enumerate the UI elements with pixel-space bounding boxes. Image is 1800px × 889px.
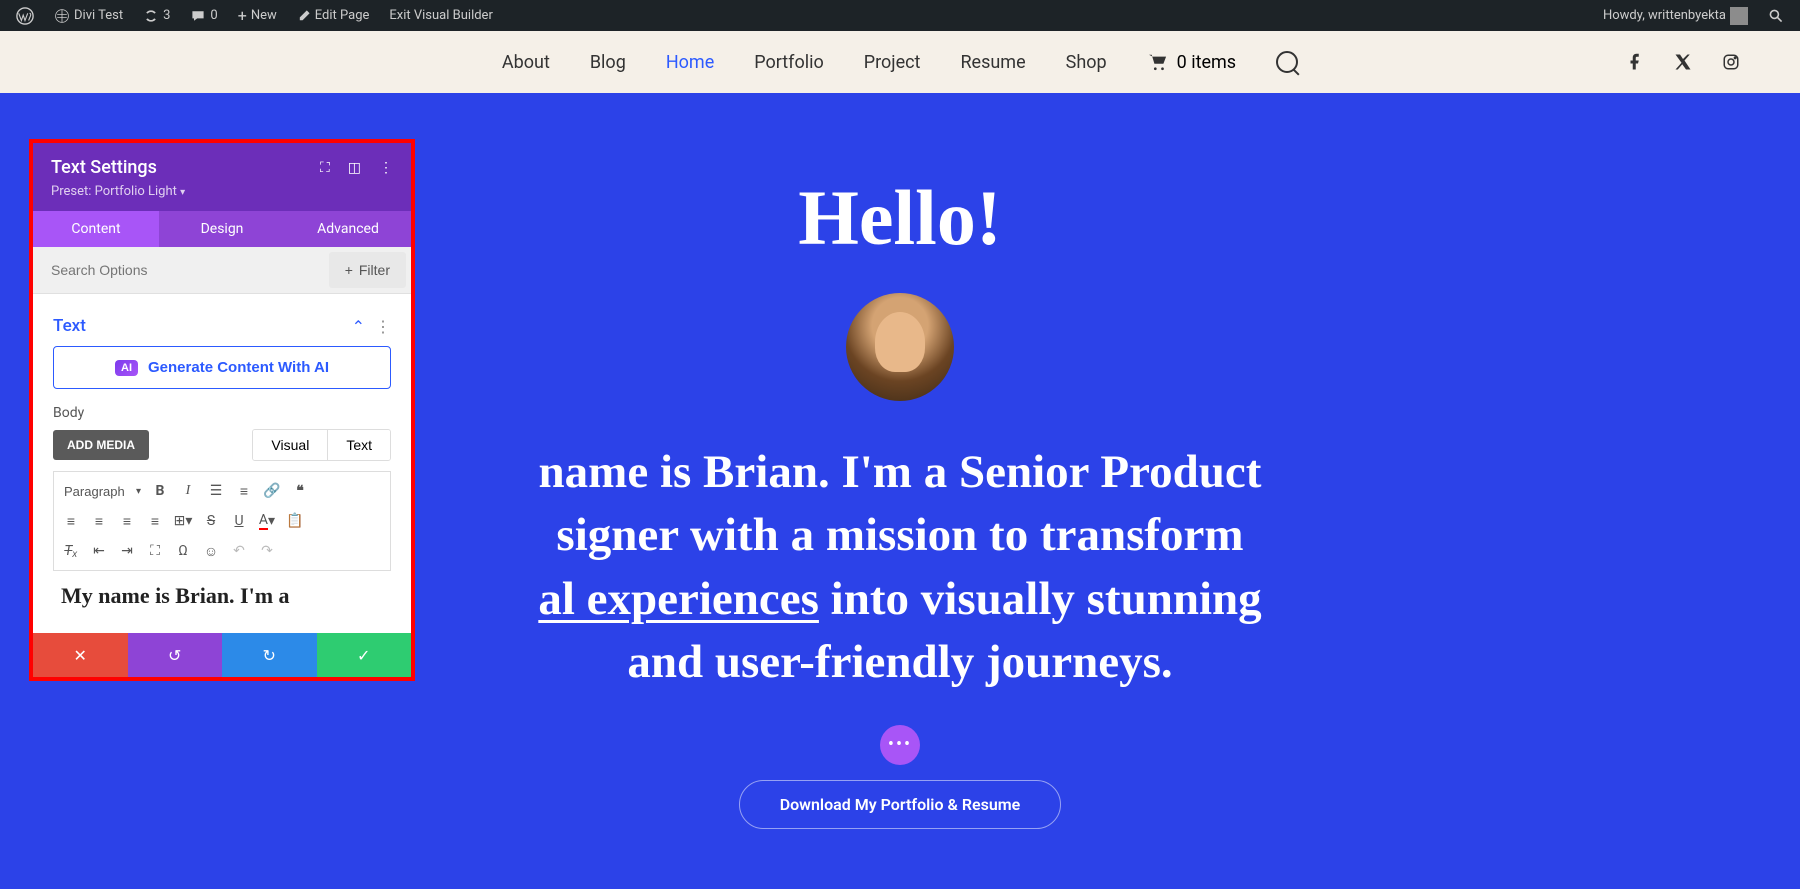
nav-blog[interactable]: Blog — [590, 52, 626, 73]
omega-icon[interactable]: Ω — [170, 538, 196, 564]
comments-link[interactable]: 0 — [184, 8, 223, 24]
save-button[interactable]: ✓ — [317, 633, 412, 677]
main-nav: About Blog Home Portfolio Project Resume… — [502, 51, 1298, 73]
site-name-text: Divi Test — [74, 8, 123, 23]
underline-icon[interactable]: U — [226, 508, 252, 534]
admin-bar-left: Divi Test 3 0 + New Edit Page Exit Visua… — [10, 6, 499, 25]
add-media-button[interactable]: ADD MEDIA — [53, 430, 149, 460]
ul-icon[interactable]: ☰ — [203, 478, 229, 504]
hero-headline: name is Brian. I'm a Senior Product sign… — [350, 441, 1450, 695]
editor-mode-tabs: Visual Text — [252, 429, 391, 461]
undo-icon[interactable]: ↶ — [226, 538, 252, 564]
panel-header: Text Settings ⛶ ◫ ⋮ Preset: Portfolio Li… — [33, 143, 411, 211]
download-button[interactable]: Download My Portfolio & Resume — [739, 780, 1062, 829]
text-color-icon[interactable]: A▾ — [254, 508, 280, 534]
align-center-icon[interactable]: ≡ — [86, 508, 112, 534]
nav-shop[interactable]: Shop — [1066, 52, 1107, 73]
exit-builder-text: Exit Visual Builder — [389, 8, 492, 23]
emoji-icon[interactable]: ☺ — [198, 538, 224, 564]
fullscreen-icon[interactable]: ⛶ — [142, 538, 168, 564]
strikethrough-icon[interactable]: S — [198, 508, 224, 534]
updates-link[interactable]: 3 — [137, 8, 176, 24]
editor-body[interactable]: My name is Brian. I'm a — [53, 571, 391, 621]
wp-admin-bar: Divi Test 3 0 + New Edit Page Exit Visua… — [0, 0, 1800, 31]
indent-icon[interactable]: ⇥ — [114, 538, 140, 564]
nav-resume[interactable]: Resume — [960, 52, 1025, 73]
visual-tab[interactable]: Visual — [253, 430, 328, 460]
search-input[interactable] — [33, 247, 324, 293]
align-justify-icon[interactable]: ≡ — [142, 508, 168, 534]
align-right-icon[interactable]: ≡ — [114, 508, 140, 534]
text-settings-panel: Text Settings ⛶ ◫ ⋮ Preset: Portfolio Li… — [29, 139, 415, 681]
redo-button[interactable]: ↻ — [222, 633, 317, 677]
exit-builder-link[interactable]: Exit Visual Builder — [383, 8, 498, 23]
table-icon[interactable]: ⊞▾ — [170, 508, 196, 534]
search-row: +Filter — [33, 247, 411, 294]
nav-portfolio[interactable]: Portfolio — [754, 52, 823, 73]
site-header: About Blog Home Portfolio Project Resume… — [0, 31, 1800, 93]
howdy-text: Howdy, writtenbyekta — [1603, 8, 1726, 23]
module-options-button[interactable]: ••• — [880, 725, 920, 765]
nav-project[interactable]: Project — [864, 52, 921, 73]
panel-footer: ✕ ↺ ↻ ✓ — [33, 633, 411, 677]
redo-icon[interactable]: ↷ — [254, 538, 280, 564]
user-avatar-icon — [1730, 7, 1748, 25]
collapse-icon[interactable]: ⌃ — [352, 317, 365, 336]
social-icons — [1626, 53, 1740, 71]
facebook-icon[interactable] — [1626, 53, 1644, 71]
comments-count: 0 — [210, 8, 217, 23]
hero-avatar — [846, 293, 954, 401]
tab-content[interactable]: Content — [33, 211, 159, 247]
quote-icon[interactable]: ❝ — [287, 478, 313, 504]
more-icon[interactable]: ⋮ — [379, 160, 393, 176]
generate-ai-button[interactable]: AI Generate Content With AI — [53, 346, 391, 389]
tab-design[interactable]: Design — [159, 211, 285, 247]
align-left-icon[interactable]: ≡ — [58, 508, 84, 534]
x-twitter-icon[interactable] — [1674, 53, 1692, 71]
panel-tabs: Content Design Advanced — [33, 211, 411, 247]
italic-icon[interactable]: I — [175, 478, 201, 504]
outdent-icon[interactable]: ⇤ — [86, 538, 112, 564]
clear-format-icon[interactable]: Tₓ — [58, 538, 84, 564]
nav-home[interactable]: Home — [666, 52, 714, 73]
bold-icon[interactable]: B — [147, 478, 173, 504]
edit-page-text: Edit Page — [315, 8, 370, 23]
filter-button[interactable]: +Filter — [329, 252, 406, 288]
snap-icon[interactable]: ◫ — [348, 160, 361, 176]
updates-count: 3 — [163, 8, 170, 23]
edit-page-link[interactable]: Edit Page — [291, 8, 376, 23]
link-icon[interactable]: 🔗 — [259, 478, 285, 504]
new-link[interactable]: + New — [232, 6, 283, 25]
cart-count: 0 items — [1177, 52, 1236, 73]
paragraph-select[interactable]: Paragraph — [58, 481, 145, 502]
text-section: Text ⌃ ⋮ AI Generate Content With AI Bod… — [33, 294, 411, 633]
site-name-link[interactable]: Divi Test — [48, 8, 129, 24]
text-tab[interactable]: Text — [328, 430, 390, 460]
howdy-link[interactable]: Howdy, writtenbyekta — [1597, 7, 1754, 25]
section-more-icon[interactable]: ⋮ — [375, 317, 391, 336]
paste-icon[interactable]: 📋 — [282, 508, 308, 534]
panel-header-icons: ⛶ ◫ ⋮ — [320, 160, 393, 176]
editor-toolbar: Paragraph B I ☰ ≡ 🔗 ❝ ≡ ≡ ≡ ≡ ⊞▾ S U A▾ … — [53, 471, 391, 571]
nav-search-icon[interactable] — [1276, 51, 1298, 73]
admin-search-icon[interactable] — [1762, 8, 1790, 24]
nav-about[interactable]: About — [502, 52, 550, 73]
undo-button[interactable]: ↺ — [128, 633, 223, 677]
wp-logo[interactable] — [10, 7, 40, 25]
ol-icon[interactable]: ≡ — [231, 478, 257, 504]
cancel-button[interactable]: ✕ — [33, 633, 128, 677]
preset-selector[interactable]: Preset: Portfolio Light ▾ — [51, 184, 393, 199]
cart-icon — [1147, 53, 1169, 71]
tab-advanced[interactable]: Advanced — [285, 211, 411, 247]
new-text: New — [251, 8, 277, 23]
cart-link[interactable]: 0 items — [1147, 52, 1236, 73]
admin-bar-right: Howdy, writtenbyekta — [1597, 7, 1790, 25]
instagram-icon[interactable] — [1722, 53, 1740, 71]
ai-badge-icon: AI — [115, 360, 138, 376]
panel-title: Text Settings — [51, 157, 157, 178]
section-title: Text — [53, 316, 86, 336]
expand-icon[interactable]: ⛶ — [320, 160, 330, 176]
body-label: Body — [53, 405, 391, 421]
